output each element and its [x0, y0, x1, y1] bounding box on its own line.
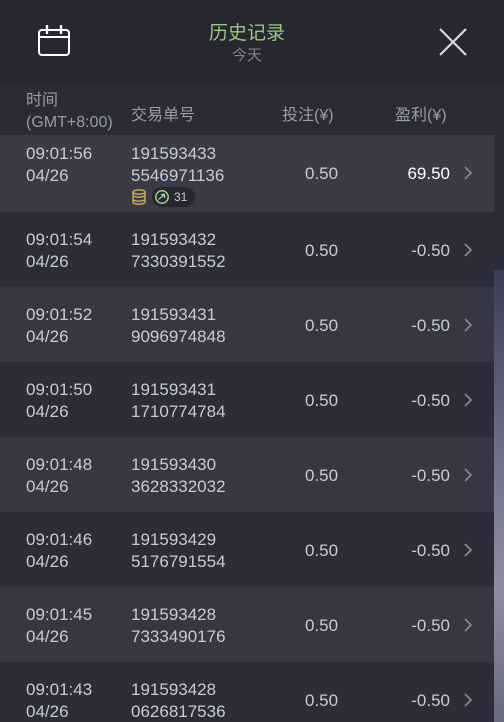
row-profit: -0.50 — [411, 316, 450, 335]
column-header-profit: 盈利(¥) — [395, 107, 447, 124]
row-order-line1: 191593428 — [131, 605, 217, 624]
row-order-line1: 191593432 — [131, 230, 217, 249]
row-profit: -0.50 — [411, 466, 450, 485]
row-date-value: 04/26 — [26, 166, 69, 185]
table-row[interactable]: 09:01:56 04/26 191593433 5546971136 31 0… — [0, 135, 494, 212]
row-order-line1: 191593429 — [131, 530, 217, 549]
row-date-value: 04/26 — [26, 402, 69, 421]
row-profit: -0.50 — [411, 241, 450, 260]
chevron-right-icon[interactable] — [463, 467, 473, 483]
coins-icon — [132, 189, 146, 205]
table-row[interactable]: 09:01:45 04/26 191593428 7333490176 0.50… — [0, 587, 494, 662]
page-title: 历史记录 — [208, 23, 285, 44]
row-time: 09:01:48 04/26 — [26, 454, 92, 498]
row-date-value: 04/26 — [26, 327, 69, 346]
row-time-value: 09:01:50 — [26, 380, 93, 399]
row-bet: 0.50 — [305, 164, 339, 183]
row-time-value: 09:01:45 — [26, 605, 93, 624]
row-date-value: 04/26 — [26, 252, 69, 271]
row-time: 09:01:50 04/26 — [26, 379, 92, 423]
row-time-value: 09:01:48 — [26, 455, 93, 474]
top-bar: 历史记录 今天 — [0, 0, 504, 83]
row-order-line2: 5176791554 — [131, 552, 226, 571]
row-profit: -0.50 — [411, 691, 450, 710]
row-time-value: 09:01:46 — [26, 530, 93, 549]
row-order-line1: 191593430 — [131, 455, 217, 474]
row-time: 09:01:52 04/26 — [26, 304, 92, 348]
row-order-line2: 5546971136 — [131, 166, 225, 185]
row-date-value: 04/26 — [26, 552, 69, 571]
row-order-line2: 0626817536 — [131, 702, 226, 721]
row-order: 191593431 9096974848 — [131, 304, 226, 348]
row-time: 09:01:45 04/26 — [26, 604, 92, 648]
row-order-line1: 191593428 — [131, 680, 217, 699]
spin-count-badge: 31 — [152, 187, 196, 207]
row-order: 191593433 5546971136 — [131, 143, 224, 187]
row-profit: 69.50 — [407, 164, 450, 183]
row-order: 191593432 7330391552 — [131, 229, 226, 273]
row-bet: 0.50 — [305, 391, 339, 410]
row-order: 191593429 5176791554 — [131, 529, 226, 573]
row-order-line2: 3628332032 — [131, 477, 226, 496]
chevron-right-icon[interactable] — [463, 617, 473, 633]
row-bet: 0.50 — [305, 466, 339, 485]
row-bet: 0.50 — [305, 241, 339, 260]
date-filter-label: 今天 — [231, 47, 262, 64]
row-order: 191593428 7333490176 — [131, 604, 226, 648]
row-date-value: 04/26 — [26, 627, 69, 646]
refresh-icon — [155, 190, 169, 204]
table-row[interactable]: 09:01:52 04/26 191593431 9096974848 0.50… — [0, 287, 494, 362]
row-time-value: 09:01:43 — [26, 680, 93, 699]
column-header-order: 交易单号 — [131, 107, 196, 124]
chevron-right-icon[interactable] — [463, 242, 473, 258]
row-order-line2: 7330391552 — [131, 252, 226, 271]
row-order-line1: 191593431 — [131, 305, 217, 324]
row-order: 191593430 3628332032 — [131, 454, 226, 498]
row-time: 09:01:43 04/26 — [26, 679, 92, 722]
row-time-value: 09:01:56 — [26, 144, 93, 163]
row-order-line1: 191593433 — [131, 144, 217, 163]
chevron-right-icon[interactable] — [463, 317, 473, 333]
row-time: 09:01:46 04/26 — [26, 529, 92, 573]
history-panel: 历史记录 今天 时间 (GMT+8:00) 交易单号 投注(¥) 盈利(¥) 0… — [0, 0, 504, 722]
row-date-value: 04/26 — [26, 477, 69, 496]
row-time: 09:01:56 04/26 — [26, 143, 92, 187]
close-icon[interactable] — [437, 26, 469, 58]
table-row[interactable]: 09:01:43 04/26 191593428 0626817536 0.50… — [0, 662, 494, 722]
table-row[interactable]: 09:01:48 04/26 191593430 3628332032 0.50… — [0, 437, 494, 512]
row-bet: 0.50 — [305, 616, 339, 635]
chevron-right-icon[interactable] — [463, 542, 473, 558]
column-header-time-label: 时间 — [26, 92, 59, 109]
chevron-right-icon[interactable] — [463, 392, 473, 408]
row-badges: 31 — [130, 187, 196, 207]
row-profit: -0.50 — [411, 616, 450, 635]
row-time: 09:01:54 04/26 — [26, 229, 92, 273]
row-order-line2: 9096974848 — [131, 327, 226, 346]
row-order: 191593431 1710774784 — [131, 379, 226, 423]
row-order-line2: 1710774784 — [131, 402, 226, 421]
row-bet: 0.50 — [305, 316, 339, 335]
table-row[interactable]: 09:01:50 04/26 191593431 1710774784 0.50… — [0, 362, 494, 437]
row-date-value: 04/26 — [26, 702, 69, 721]
row-order: 191593428 0626817536 — [131, 679, 226, 722]
row-bet: 0.50 — [305, 541, 339, 560]
column-header-bet: 投注(¥) — [282, 107, 334, 124]
row-order-line2: 7333490176 — [131, 627, 226, 646]
row-time-value: 09:01:54 — [26, 230, 93, 249]
row-profit: -0.50 — [411, 541, 450, 560]
badge-count: 31 — [174, 190, 188, 204]
row-time-value: 09:01:52 — [26, 305, 93, 324]
row-order-line1: 191593431 — [131, 380, 217, 399]
column-header-time: 时间 (GMT+8:00) — [26, 90, 113, 134]
history-list: 09:01:56 04/26 191593433 5546971136 31 0… — [0, 135, 494, 722]
chevron-right-icon[interactable] — [463, 165, 473, 181]
row-bet: 0.50 — [305, 691, 339, 710]
background-edge — [494, 270, 504, 722]
table-row[interactable]: 09:01:46 04/26 191593429 5176791554 0.50… — [0, 512, 494, 587]
column-header-timezone: (GMT+8:00) — [26, 114, 113, 131]
table-header: 时间 (GMT+8:00) 交易单号 投注(¥) 盈利(¥) — [0, 83, 494, 135]
row-profit: -0.50 — [411, 391, 450, 410]
table-row[interactable]: 09:01:54 04/26 191593432 7330391552 0.50… — [0, 212, 494, 287]
chevron-right-icon[interactable] — [463, 692, 473, 708]
